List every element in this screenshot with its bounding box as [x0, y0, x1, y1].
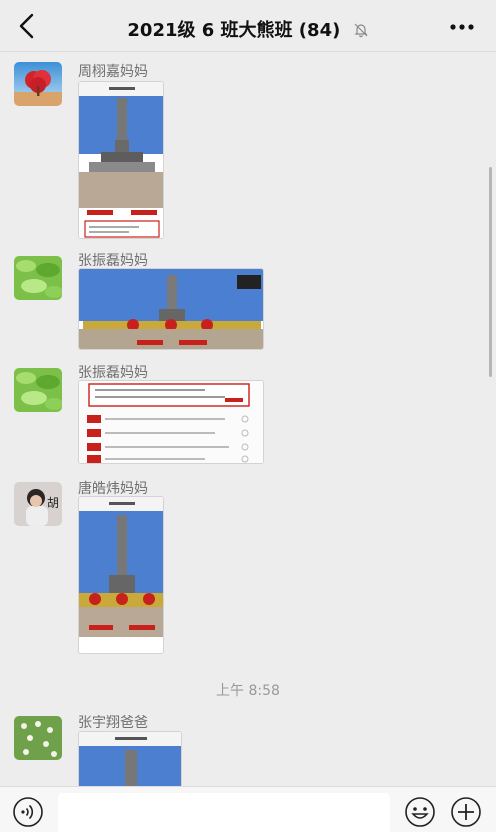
message-input[interactable] — [58, 793, 390, 832]
avatar-text: 胡 — [46, 496, 59, 510]
flowers-avatar[interactable] — [14, 716, 62, 760]
image-message[interactable] — [78, 81, 164, 239]
green-leaves-avatar[interactable] — [14, 256, 62, 300]
message-list[interactable]: 周栩嘉妈妈 张振磊妈妈 张振磊妈妈 胡 唐皓炜妈妈 上午 8:58 张宇翔爸爸 — [0, 52, 496, 786]
ellipsis-icon[interactable] — [450, 24, 474, 30]
image-message[interactable] — [78, 731, 182, 786]
scrollbar[interactable] — [489, 167, 492, 377]
green-leaves-avatar[interactable] — [14, 368, 62, 412]
sender-name: 张宇翔爸爸 — [78, 715, 148, 731]
chat-title-row: 2021级 6 班大熊班 (84) — [0, 16, 496, 42]
voice-icon[interactable] — [12, 796, 44, 828]
child-photo-avatar[interactable]: 胡 — [14, 482, 62, 526]
image-message[interactable] — [78, 380, 264, 464]
image-message[interactable] — [78, 496, 164, 654]
heart-tree-avatar[interactable] — [14, 62, 62, 106]
bell-off-icon — [354, 23, 368, 38]
emoji-icon[interactable] — [404, 796, 436, 828]
sender-name: 张振磊妈妈 — [78, 253, 148, 269]
input-bar — [0, 786, 496, 832]
image-message[interactable] — [78, 268, 264, 350]
chat-title: 2021级 6 班大熊班 (84) — [127, 20, 341, 41]
sender-name: 周栩嘉妈妈 — [78, 64, 148, 80]
sender-name: 张振磊妈妈 — [78, 365, 148, 381]
plus-circle-icon[interactable] — [450, 796, 482, 828]
chat-header: 2021级 6 班大熊班 (84) — [0, 0, 496, 52]
sender-name: 唐皓炜妈妈 — [78, 481, 148, 497]
timestamp: 上午 8:58 — [216, 683, 280, 699]
